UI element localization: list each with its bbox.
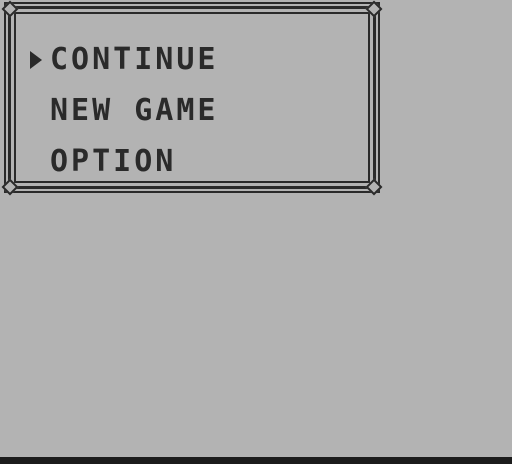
menu-item-option[interactable]: OPTION [50,144,176,180]
selection-cursor-icon [30,51,42,69]
game-screen: CONTINUE NEW GAME OPTION [0,0,512,457]
screen-bottom-border [0,457,512,464]
menu-item-continue[interactable]: CONTINUE [50,42,219,78]
menu-item-new-game[interactable]: NEW GAME [50,93,219,129]
